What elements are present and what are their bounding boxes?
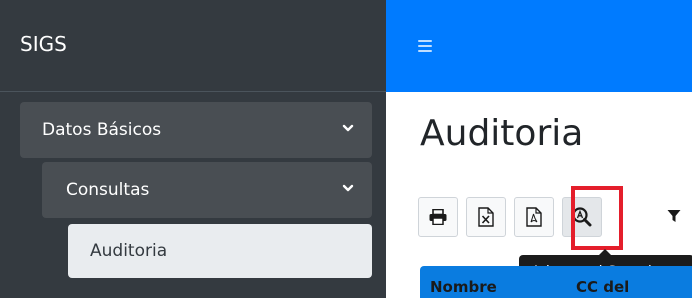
sidebar-item-label: Consultas: [66, 180, 150, 200]
highlight-box: [571, 186, 623, 250]
sidebar-item-datos-basicos[interactable]: Datos Básicos: [20, 102, 372, 158]
filter-button[interactable]: [667, 197, 692, 237]
chevron-down-icon: [342, 122, 354, 134]
chevron-down-icon: [342, 182, 354, 194]
filter-icon: [667, 208, 681, 227]
table-header-label: Nombre: [430, 278, 497, 296]
excel-export-button[interactable]: [466, 197, 506, 237]
sidebar-item-label: Auditoria: [90, 241, 168, 261]
brand[interactable]: SIGS: [0, 0, 386, 92]
sidebar-item-consultas[interactable]: Consultas: [42, 162, 372, 218]
topbar: [386, 0, 692, 92]
sidebar-item-auditoria[interactable]: Auditoria: [68, 224, 372, 278]
table-header-label: CC del: [576, 278, 630, 296]
print-icon: [429, 209, 447, 225]
table-header-nombre[interactable]: Nombre: [420, 266, 566, 298]
sidebar: SIGS Datos Básicos Consultas Auditoria: [0, 0, 386, 298]
brand-label: SIGS: [20, 32, 67, 56]
pdf-file-icon: [526, 207, 542, 227]
hamburger-menu-icon[interactable]: [418, 40, 432, 54]
print-button[interactable]: [418, 197, 458, 237]
sidebar-item-label: Datos Básicos: [42, 120, 162, 140]
pdf-export-button[interactable]: [514, 197, 554, 237]
excel-file-icon: [478, 207, 494, 227]
page-title: Auditoria: [420, 113, 584, 154]
table-header-cc[interactable]: CC del: [566, 266, 692, 298]
